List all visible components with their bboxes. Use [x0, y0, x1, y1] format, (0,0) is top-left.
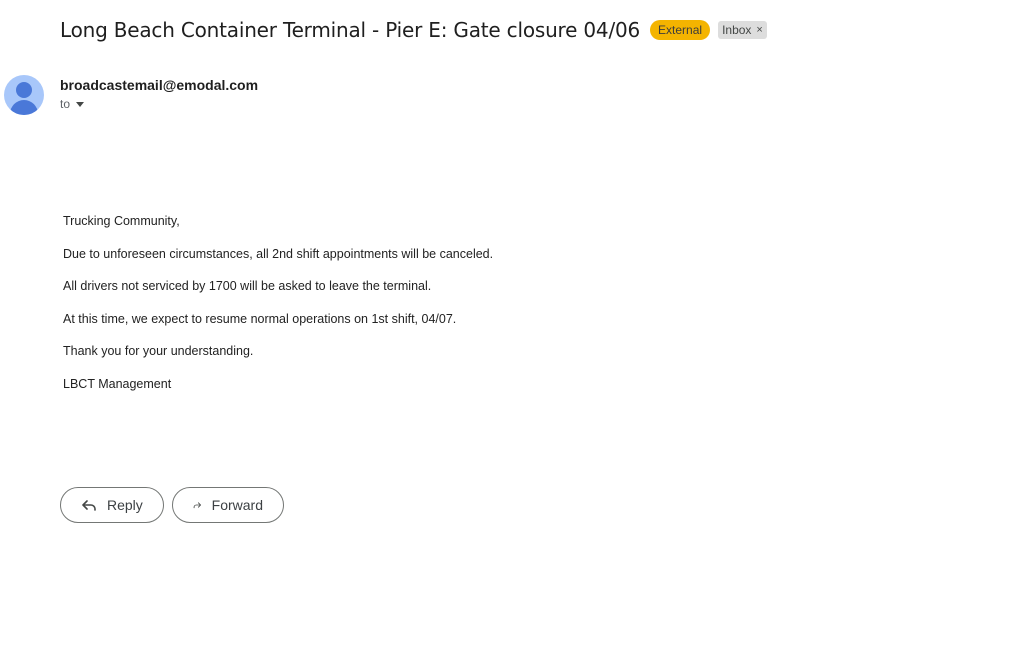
reply-label: Reply	[107, 497, 143, 513]
external-label-badge: External	[650, 20, 711, 40]
forward-button[interactable]: Forward	[172, 487, 284, 523]
avatar-head	[16, 82, 32, 98]
reply-button[interactable]: Reply	[60, 487, 164, 523]
body-paragraph: Thank you for your understanding.	[63, 344, 254, 359]
body-paragraph: Due to unforeseen circumstances, all 2nd…	[63, 246, 494, 261]
recipient-label: to	[60, 97, 71, 111]
email-view: Long Beach Container Terminal - Pier E: …	[0, 0, 1035, 649]
email-body: Trucking Community, Due to unforeseen ci…	[63, 213, 493, 409]
body-greeting: Trucking Community,	[63, 214, 180, 228]
remove-label-icon[interactable]: ×	[756, 21, 762, 39]
subject-row: Long Beach Container Terminal - Pier E: …	[60, 18, 767, 42]
recipient-row[interactable]: to	[60, 97, 85, 111]
body-signature: LBCT Management	[63, 376, 172, 391]
inbox-label-chip[interactable]: Inbox ×	[718, 21, 767, 39]
sender-avatar-icon[interactable]	[4, 75, 44, 115]
sender-email[interactable]: broadcastemail@emodal.com	[60, 77, 258, 93]
email-actions: Reply Forward	[60, 487, 284, 523]
body-paragraph: All drivers not serviced by 1700 will be…	[63, 279, 432, 294]
reply-arrow-icon	[82, 500, 96, 511]
forward-arrow-icon	[193, 502, 201, 509]
inbox-label-text: Inbox	[722, 23, 752, 37]
avatar-shoulders	[10, 100, 38, 115]
caret-down-icon[interactable]	[76, 101, 85, 107]
email-subject: Long Beach Container Terminal - Pier E: …	[60, 18, 641, 42]
forward-label: Forward	[211, 497, 263, 513]
body-paragraph: At this time, we expect to resume normal…	[63, 311, 457, 326]
